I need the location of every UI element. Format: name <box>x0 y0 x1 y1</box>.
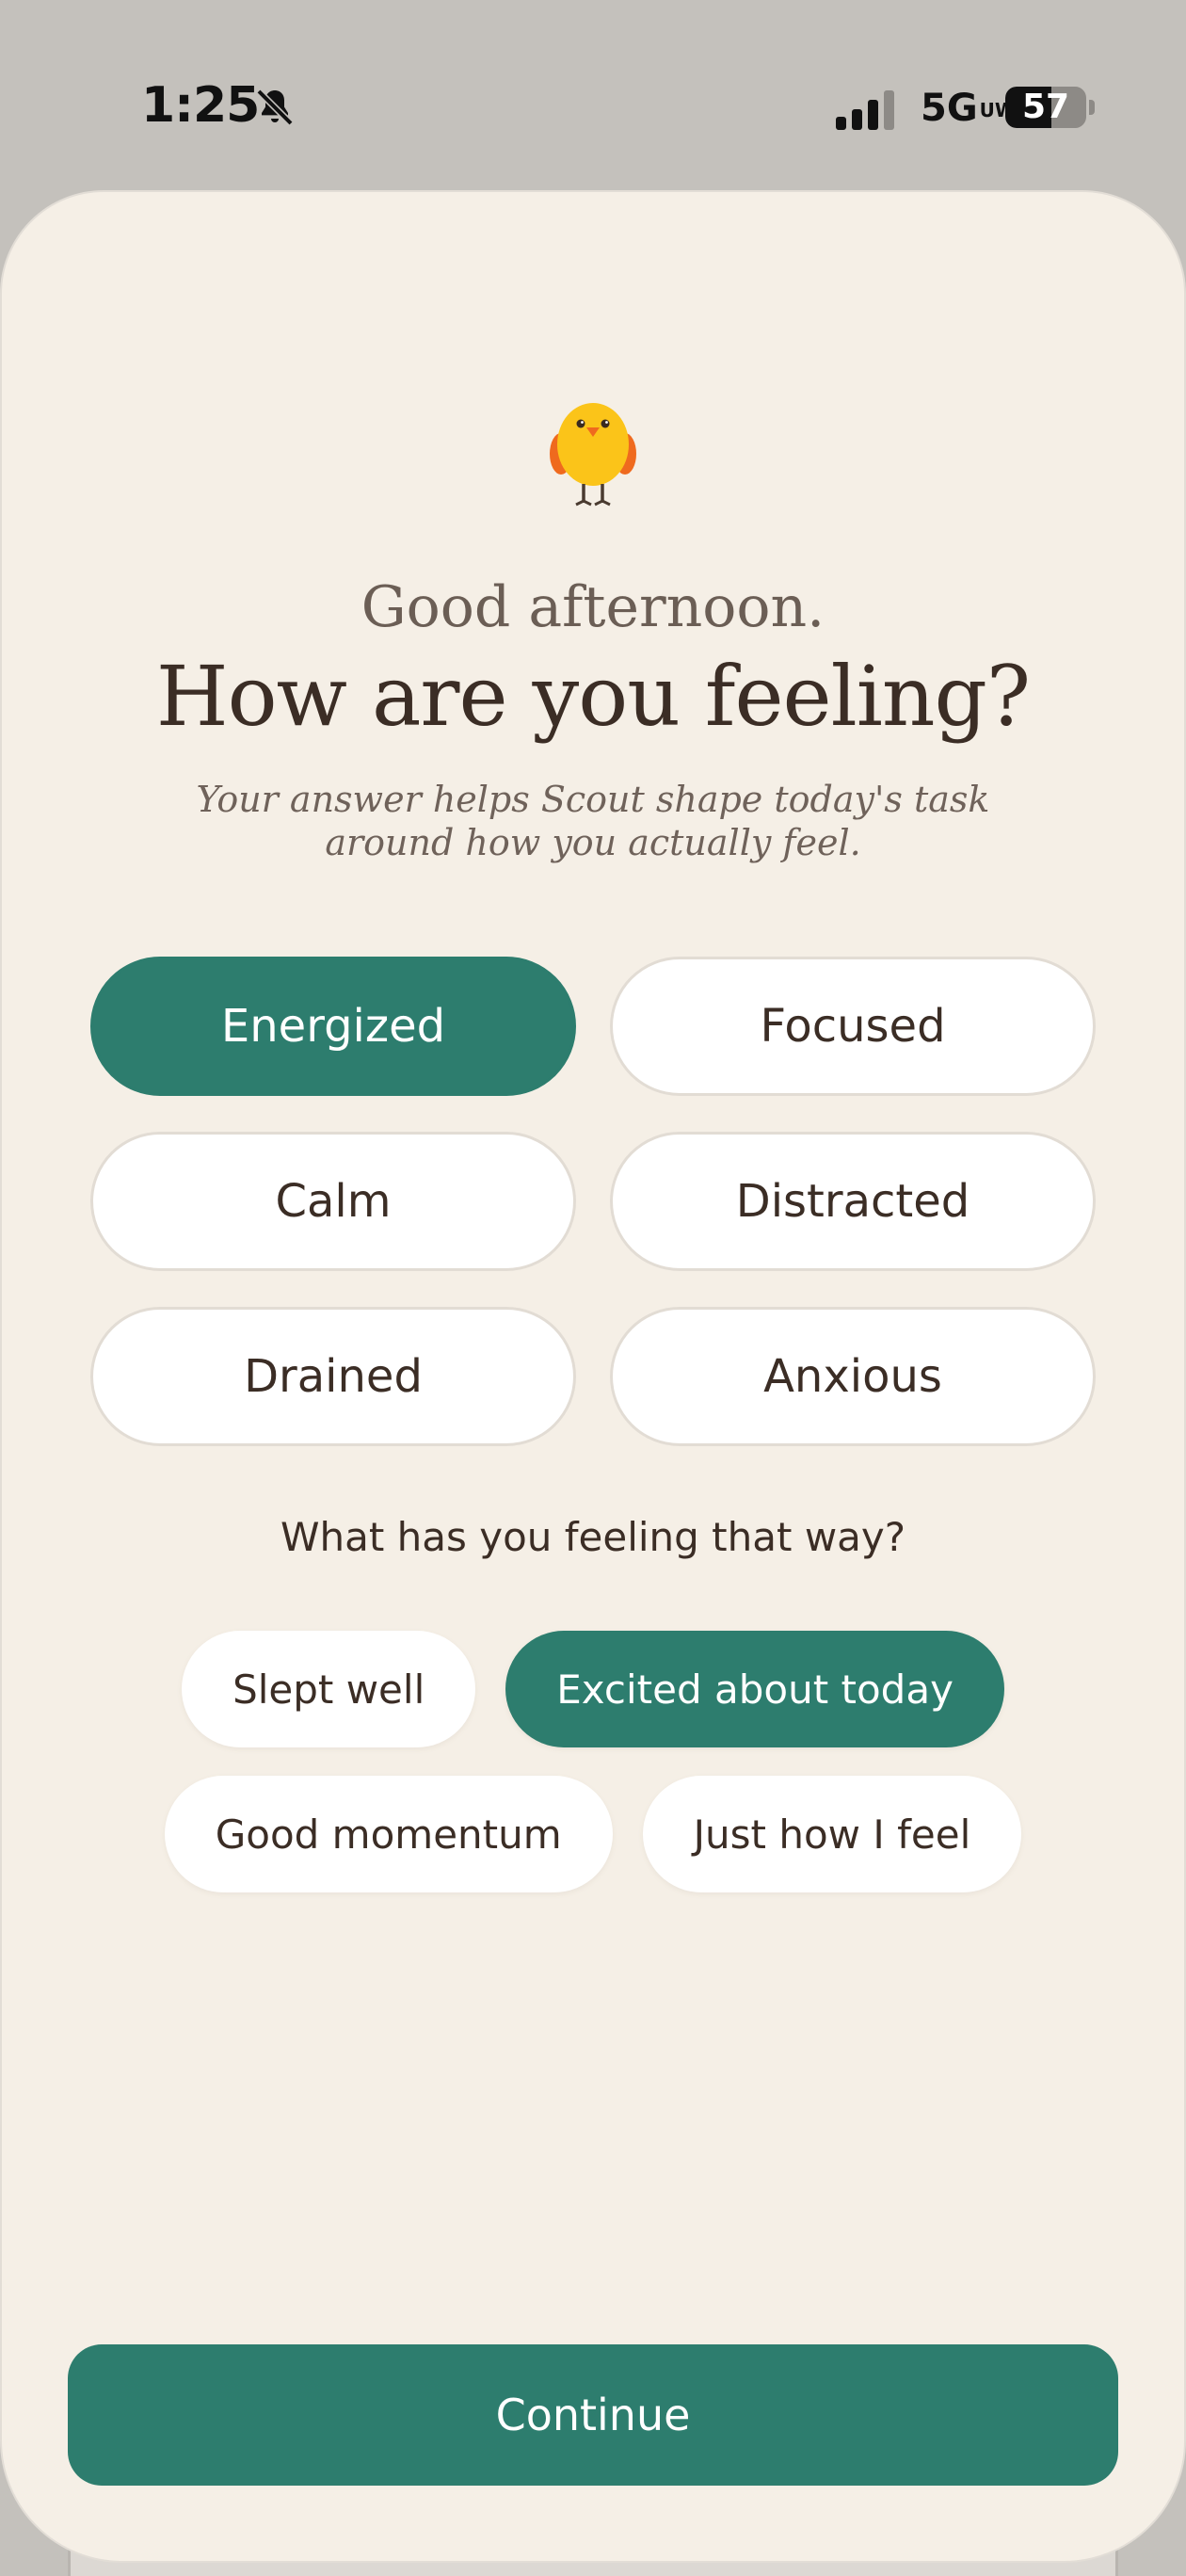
status-time: 1:25 <box>141 77 260 134</box>
chick-icon <box>550 403 636 507</box>
mood-focused-button[interactable]: Focused <box>610 957 1096 1096</box>
reason-options-row-1: Slept well Excited about today <box>0 1631 1186 1747</box>
page-title: How are you feeling? <box>155 648 1031 745</box>
battery-icon: 57 <box>1005 87 1086 128</box>
greeting: Good afternoon. <box>361 574 825 640</box>
reason-options-row-2: Good momentum Just how I feel <box>0 1776 1186 1892</box>
continue-button[interactable]: Continue <box>68 2344 1118 2486</box>
mood-drained-button[interactable]: Drained <box>90 1307 576 1446</box>
muted-bell-icon <box>256 89 294 126</box>
network-type: 5G <box>921 87 978 130</box>
reason-just-how-i-feel-chip[interactable]: Just how I feel <box>642 1776 1022 1892</box>
mood-options: Energized Focused Calm Distracted Draine… <box>90 957 1096 1446</box>
page-subtitle: Your answer helps Scout shape today's ta… <box>196 779 990 863</box>
reason-slept-well-chip[interactable]: Slept well <box>182 1631 476 1747</box>
reason-good-momentum-chip[interactable]: Good momentum <box>164 1776 613 1892</box>
status-bar: 1:25 5G UW 57 <box>0 0 1186 188</box>
battery-level: 57 <box>1021 88 1070 126</box>
screen: 1:25 5G UW 57 Good afternoon. How are yo… <box>0 0 1186 2576</box>
mood-distracted-button[interactable]: Distracted <box>610 1132 1096 1271</box>
reason-question: What has you feeling that way? <box>280 1514 906 1560</box>
network-indicator: 5G UW <box>921 87 1016 130</box>
mood-energized-button[interactable]: Energized <box>90 957 576 1096</box>
battery-tip <box>1089 100 1095 115</box>
cellular-signal-icon <box>836 90 894 130</box>
mood-anxious-button[interactable]: Anxious <box>610 1307 1096 1446</box>
mood-calm-button[interactable]: Calm <box>90 1132 576 1271</box>
reason-excited-about-today-chip[interactable]: Excited about today <box>505 1631 1004 1747</box>
